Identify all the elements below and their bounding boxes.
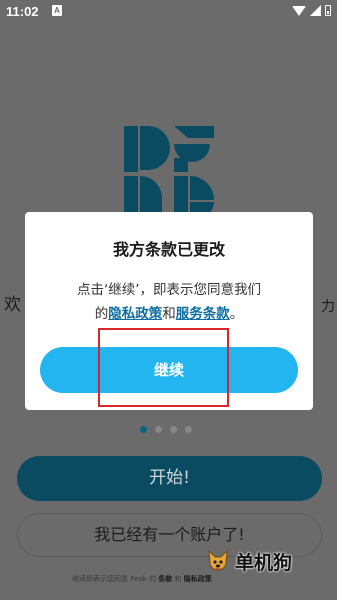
dialog-message-line2: 的隐私政策和服务条款。: [39, 302, 299, 326]
footer-conjunction: 和: [174, 575, 182, 583]
dog-icon: [208, 549, 228, 571]
privacy-policy-link[interactable]: 隐私政策: [108, 306, 162, 322]
wifi-icon: [292, 5, 306, 16]
dialog-message: 点击‘继续’，即表示您同意我们 的隐私政策和服务条款。: [39, 278, 299, 326]
dialog-body-prefix: 的: [94, 306, 109, 322]
pager-dots: [140, 426, 192, 433]
terms-changed-dialog: 我方条款已更改 点击‘继续’，即表示您同意我们 的隐私政策和服务条款。 继续: [25, 212, 313, 410]
status-bar: 11:02 A: [0, 0, 337, 24]
status-time: 11:02: [6, 4, 39, 19]
watermark-text: 单机狗: [235, 551, 293, 574]
dialog-body-suffix: 。: [229, 306, 244, 322]
pager-dot[interactable]: [170, 426, 177, 433]
footer-privacy-link[interactable]: 隐私政策: [184, 575, 212, 583]
start-button[interactable]: 开始!: [17, 456, 322, 501]
terms-of-service-link[interactable]: 服务条款: [176, 306, 230, 322]
status-icons: [292, 5, 331, 16]
footer-consent-text: 继续即表示您同意 Peak 的 条款 和 隐私政策: [72, 574, 212, 584]
continue-button[interactable]: 继续: [40, 347, 298, 393]
signal-icon: [310, 5, 321, 16]
dialog-body-and: 和: [162, 306, 176, 322]
pager-dot[interactable]: [155, 426, 162, 433]
tagline-text-fragment: 力: [321, 299, 335, 315]
peak-logo: [124, 126, 214, 223]
pager-dot[interactable]: [140, 426, 147, 433]
welcome-text-fragment: 欢: [4, 295, 21, 315]
notification-icon: A: [52, 5, 62, 16]
pager-dot[interactable]: [185, 426, 192, 433]
watermark: 单机狗: [205, 546, 325, 576]
footer-terms-link[interactable]: 条款: [158, 575, 172, 583]
footer-prefix: 继续即表示您同意 Peak 的: [72, 575, 157, 583]
dialog-message-line1: 点击‘继续’，即表示您同意我们: [76, 282, 262, 298]
battery-icon: [325, 5, 331, 16]
dialog-title: 我方条款已更改: [112, 240, 225, 259]
